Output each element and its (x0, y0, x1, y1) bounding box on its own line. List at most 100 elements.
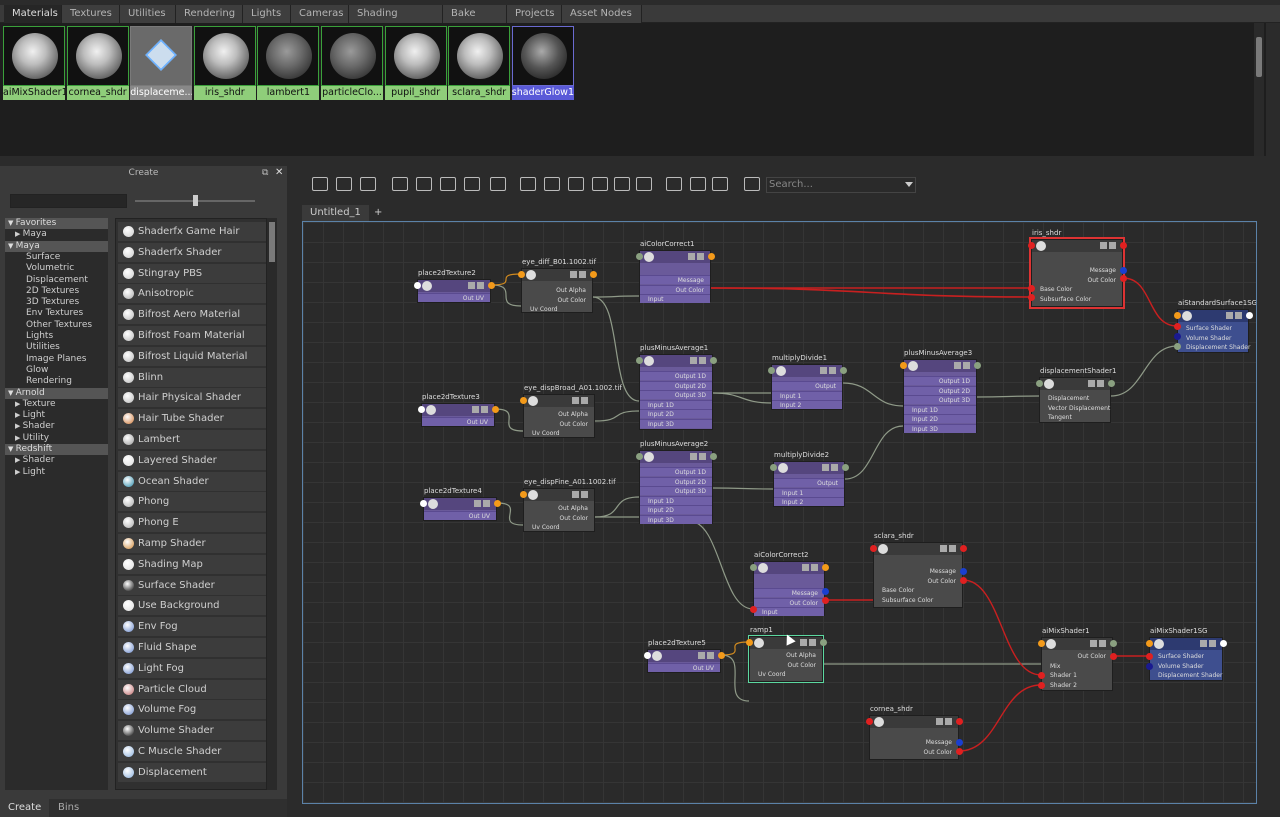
node-aicolorcorrect2[interactable]: aiColorCorrect2 Message Out Color Input (753, 551, 825, 617)
node-port[interactable]: Output 2D (904, 385, 976, 395)
node-port[interactable]: Input 2D (640, 409, 712, 419)
port-connector[interactable] (1120, 275, 1127, 282)
create-node-item[interactable]: Shaderfx Game Hair (118, 222, 266, 241)
node-aimixshader1sg[interactable]: aiMixShader1SG Surface Shader Volume Shade… (1149, 627, 1223, 681)
port-connector[interactable] (590, 271, 597, 278)
tab-textures[interactable]: Textures (62, 5, 120, 23)
node-port[interactable]: Input 2D (904, 414, 976, 424)
node-port[interactable]: Output 2D (640, 476, 712, 486)
port-connector[interactable] (974, 362, 981, 369)
node-mode-icon[interactable] (1235, 312, 1242, 319)
create-node-item[interactable]: C Muscle Shader (118, 742, 266, 761)
node-mode-icon[interactable] (831, 464, 838, 471)
expand-arrow-icon[interactable]: ▼ (8, 242, 16, 250)
port-connector[interactable] (866, 718, 873, 725)
node-mode-icon[interactable] (581, 491, 588, 498)
port-connector[interactable] (1146, 640, 1153, 647)
node-port[interactable]: Vector Displacement (1040, 404, 1110, 413)
tree-item[interactable]: Volumetric (5, 263, 108, 274)
node-port[interactable]: Surface Shader (1178, 324, 1248, 333)
tab-projects[interactable]: Projects (507, 5, 562, 23)
node-port[interactable]: Input 1D (904, 404, 976, 414)
node-aimixshader1[interactable]: aiMixShader1 Out Color Mix Shader 1 Shader 2 (1041, 627, 1113, 691)
create-node-item[interactable]: Use Background (118, 596, 266, 616)
node-plusminusaverage2[interactable]: plusMinusAverage2 Output 1D Output 2D Outpu… (639, 440, 713, 524)
port-connector[interactable] (710, 453, 717, 460)
node-port[interactable]: Output 1D (904, 376, 976, 385)
tree-item[interactable]: Lights (5, 331, 108, 342)
node-port[interactable]: Input (640, 294, 710, 304)
connected-mode-icon[interactable] (544, 177, 560, 191)
node-port[interactable]: Displacement Shader (1178, 343, 1250, 352)
node-port[interactable]: Out Alpha (522, 286, 592, 295)
material-thumbnail[interactable]: lambert1 (257, 26, 320, 100)
node-mode-icon[interactable] (698, 652, 705, 659)
node-mode-icon[interactable] (572, 397, 579, 404)
create-node-item[interactable]: Volume Shader (118, 721, 266, 741)
node-port[interactable]: Output 3D (640, 486, 712, 496)
node-mode-icon[interactable] (699, 357, 706, 364)
port-connector[interactable] (1174, 323, 1181, 330)
node-port[interactable]: Message (640, 275, 710, 284)
node-mode-icon[interactable] (809, 639, 816, 646)
node-mode-icon[interactable] (581, 397, 588, 404)
create-node-item[interactable]: Phong (118, 492, 266, 512)
node-port[interactable]: Output (772, 381, 842, 390)
port-connector[interactable] (840, 367, 847, 374)
node-port[interactable]: Out Color (874, 577, 962, 586)
simple-mode-icon[interactable] (520, 177, 536, 191)
thumbnail-scrollbar[interactable] (1254, 23, 1264, 156)
node-port[interactable]: Base Color (1032, 285, 1122, 294)
node-port[interactable]: Shader 1 (1042, 671, 1112, 680)
port-connector[interactable] (710, 357, 717, 364)
node-port[interactable]: Out Color (870, 748, 958, 757)
node-port[interactable]: Volume Shader (1150, 662, 1222, 671)
tab-materials[interactable]: Materials (4, 5, 62, 23)
node-port[interactable]: Input 2 (774, 497, 844, 507)
port-connector[interactable] (842, 464, 849, 471)
node-port[interactable]: Out Color (754, 597, 824, 607)
graph-input-icon[interactable] (312, 177, 328, 191)
float-icon[interactable]: ⧉ (262, 168, 268, 178)
tree-item[interactable]: ▶ Shader (5, 455, 108, 466)
node-mode-icon[interactable] (477, 282, 484, 289)
node-mode-icon[interactable] (688, 253, 695, 260)
node-port[interactable]: Output 3D (904, 395, 976, 405)
node-port[interactable]: Uv Coord (522, 305, 592, 314)
tab-utilities[interactable]: Utilities (120, 5, 176, 23)
node-mode-icon[interactable] (1099, 640, 1106, 647)
port-connector[interactable] (636, 253, 643, 260)
node-port[interactable]: Out Color (524, 420, 594, 429)
material-thumbnail[interactable]: particleClo... (321, 26, 383, 100)
port-connector[interactable] (520, 397, 527, 404)
node-port[interactable]: Message (1032, 266, 1122, 275)
port-connector[interactable] (1174, 312, 1181, 319)
node-mode-icon[interactable] (483, 500, 490, 507)
node-mode-icon[interactable] (690, 357, 697, 364)
snapshot-icon[interactable] (712, 177, 728, 191)
port-connector[interactable] (1146, 653, 1153, 660)
node-port[interactable]: Out Alpha (524, 504, 594, 513)
port-connector[interactable] (1120, 267, 1127, 274)
node-port[interactable]: Input 1D (640, 399, 712, 409)
node-port[interactable]: Out Alpha (750, 651, 822, 660)
node-port[interactable]: Out UV (648, 663, 720, 672)
node-eye_dispbroad[interactable]: eye_dispBroad_A01.1002.tif Out Alpha Out C… (523, 384, 622, 438)
node-port[interactable]: Out Color (750, 661, 822, 670)
node-mode-icon[interactable] (474, 500, 481, 507)
node-iris_shdr[interactable]: iris_shdr Message Out Color Base Color Subsu… (1029, 229, 1125, 309)
tab-rendering[interactable]: Rendering (176, 5, 243, 23)
create-node-item[interactable]: Blinn (118, 367, 266, 387)
create-node-item[interactable]: Ocean Shader (118, 471, 266, 491)
port-connector[interactable] (1174, 333, 1181, 340)
create-node-item[interactable]: Phong E (118, 513, 266, 533)
node-mode-icon[interactable] (468, 282, 475, 289)
tab-untitled-1[interactable]: Untitled_1 (302, 205, 369, 221)
render-icon[interactable] (744, 177, 760, 191)
port-connector[interactable] (520, 491, 527, 498)
port-connector[interactable] (1146, 663, 1153, 670)
port-connector[interactable] (1028, 242, 1035, 249)
node-displacementshader1[interactable]: displacementShader1 Displacement Vector Di… (1039, 367, 1116, 423)
node-multiplydivide2[interactable]: multiplyDivide2 Output Input 1 Input 2 (773, 451, 845, 507)
port-connector[interactable] (1038, 672, 1045, 679)
